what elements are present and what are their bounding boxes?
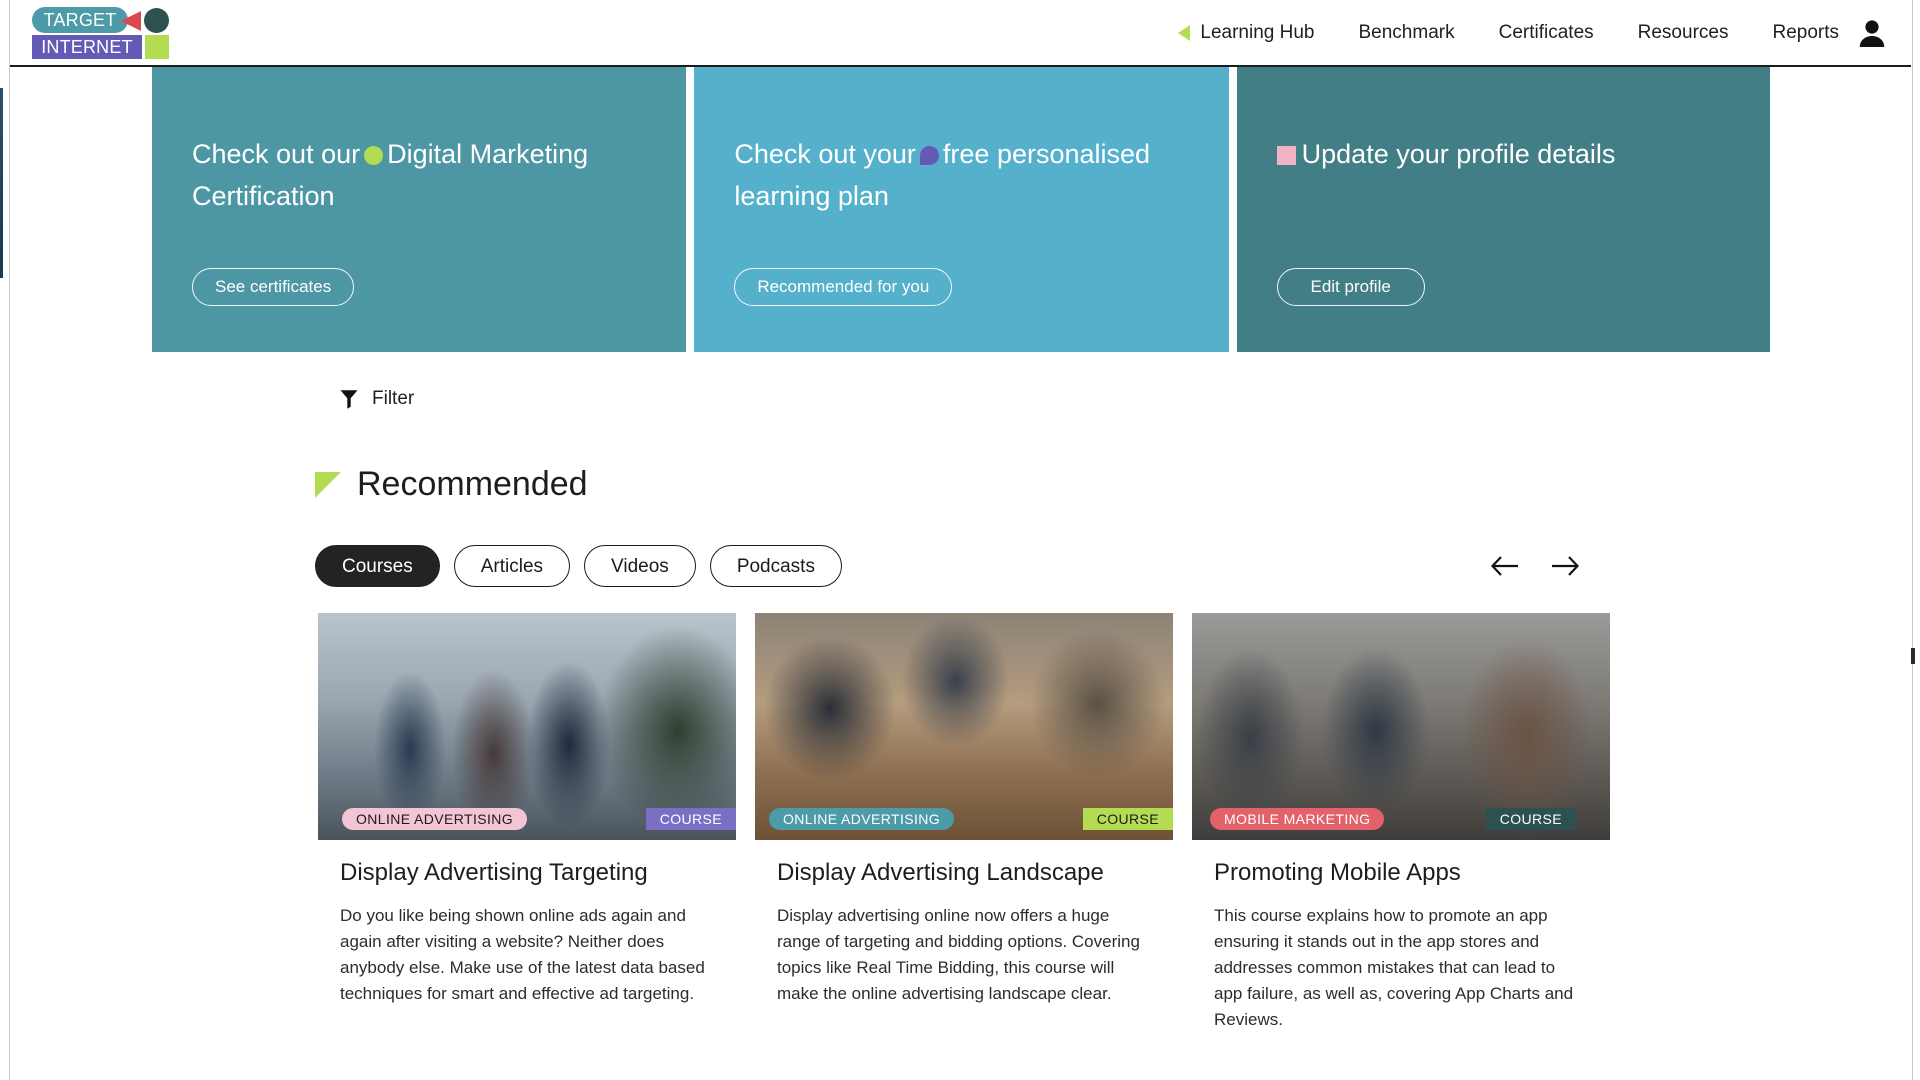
left-scrollbar-thumb[interactable] xyxy=(0,88,3,278)
promo-banner-title: Check out our Digital Marketing Certifica… xyxy=(192,133,646,217)
nav-label: Resources xyxy=(1637,21,1729,43)
course-card[interactable]: MOBILE MARKETING COURSE Promoting Mobile… xyxy=(1192,613,1610,1033)
site-logo[interactable]: TARGET INTERNET xyxy=(22,5,187,62)
course-card-image: ONLINE ADVERTISING COURSE xyxy=(318,613,736,840)
course-type-badge: COURSE xyxy=(645,808,736,830)
nav-label: Certificates xyxy=(1498,21,1594,43)
arrow-left-icon[interactable] xyxy=(1490,552,1520,580)
logo-square-icon xyxy=(145,35,169,59)
recommended-course-cards: ONLINE ADVERTISING COURSE Display Advert… xyxy=(318,613,1610,1033)
filter-label: Filter xyxy=(372,388,415,409)
promo-title-prefix: Check out your xyxy=(734,139,916,169)
course-category-tag: MOBILE MARKETING xyxy=(1210,808,1385,830)
course-category-tag: ONLINE ADVERTISING xyxy=(769,808,955,830)
lime-triangle-icon xyxy=(315,471,341,498)
course-card-title: Display Advertising Landscape xyxy=(777,859,1104,886)
recommended-section-heading: Recommended xyxy=(315,465,588,504)
logo-triangle-icon xyxy=(121,11,141,31)
funnel-icon xyxy=(340,389,358,409)
nav-label: Reports xyxy=(1772,21,1839,43)
edit-profile-button[interactable]: Edit profile xyxy=(1276,268,1425,306)
course-card-image: MOBILE MARKETING COURSE xyxy=(1192,613,1610,840)
promo-title-prefix: Check out our xyxy=(192,139,361,169)
lime-circle-icon xyxy=(364,146,384,166)
site-header: TARGET INTERNET Learning Hub Benchmark C… xyxy=(10,0,1911,67)
recommended-for-you-button[interactable]: Recommended for you xyxy=(734,268,953,306)
logo-target-word: TARGET xyxy=(32,7,128,33)
logo-circle-icon xyxy=(144,8,169,33)
user-account-icon[interactable] xyxy=(1858,18,1886,48)
course-type-badge: COURSE xyxy=(1485,808,1576,830)
left-window-rail xyxy=(0,0,10,1080)
course-card-image: ONLINE ADVERTISING COURSE xyxy=(755,613,1173,840)
promo-banner-certification[interactable]: Check out our Digital Marketing Certifica… xyxy=(152,67,687,352)
promo-banner-title: Check out your free personalised learning… xyxy=(734,133,1188,217)
tab-videos[interactable]: Videos xyxy=(584,545,696,587)
carousel-navigation xyxy=(1490,552,1580,580)
course-card-title: Promoting Mobile Apps xyxy=(1214,859,1461,886)
see-certificates-button[interactable]: See certificates xyxy=(192,268,355,306)
tab-podcasts[interactable]: Podcasts xyxy=(709,545,842,587)
course-card[interactable]: ONLINE ADVERTISING COURSE Display Advert… xyxy=(318,613,736,1033)
nav-item-reports[interactable]: Reports xyxy=(1772,22,1839,44)
content-type-tabs: Courses Articles Videos Podcasts xyxy=(315,545,842,587)
triangle-left-icon xyxy=(1178,24,1191,41)
nav-label: Learning Hub xyxy=(1200,21,1315,43)
nav-label: Benchmark xyxy=(1358,21,1455,43)
promo-banner-profile[interactable]: Update your profile details Edit profile xyxy=(1236,67,1770,352)
arrow-right-icon[interactable] xyxy=(1550,552,1580,580)
page-scrollbar-thumb[interactable] xyxy=(1911,648,1915,664)
nav-item-learning-hub[interactable]: Learning Hub xyxy=(1178,21,1315,44)
course-card-description: This course explains how to promote an a… xyxy=(1214,906,1574,1029)
pink-square-icon xyxy=(1276,146,1296,166)
promo-banner-title: Update your profile details xyxy=(1276,133,1730,175)
tab-courses[interactable]: Courses xyxy=(315,545,440,587)
course-card[interactable]: ONLINE ADVERTISING COURSE Display Advert… xyxy=(755,613,1173,1033)
nav-item-benchmark[interactable]: Benchmark xyxy=(1359,22,1455,44)
promo-title-suffix: Update your profile details xyxy=(1301,139,1616,169)
purple-droplet-icon xyxy=(919,146,939,166)
course-card-description: Do you like being shown online ads again… xyxy=(340,906,705,1003)
logo-internet-word: INTERNET xyxy=(32,35,142,59)
promo-banner-learning-plan[interactable]: Check out your free personalised learning… xyxy=(694,67,1229,352)
promo-banner-row: Check out our Digital Marketing Certifica… xyxy=(152,67,1770,352)
right-window-rail xyxy=(1911,0,1920,1080)
course-card-title: Display Advertising Targeting xyxy=(340,859,648,886)
nav-item-resources[interactable]: Resources xyxy=(1638,22,1729,44)
filter-control[interactable]: Filter xyxy=(340,388,414,410)
course-category-tag: ONLINE ADVERTISING xyxy=(342,808,528,830)
nav-item-certificates[interactable]: Certificates xyxy=(1499,22,1594,44)
section-title: Recommended xyxy=(357,465,588,503)
main-navigation: Learning Hub Benchmark Certificates Reso… xyxy=(1178,0,1839,65)
course-card-description: Display advertising online now offers a … xyxy=(777,906,1140,1003)
course-type-badge: COURSE xyxy=(1082,808,1173,830)
tab-articles[interactable]: Articles xyxy=(453,545,571,587)
